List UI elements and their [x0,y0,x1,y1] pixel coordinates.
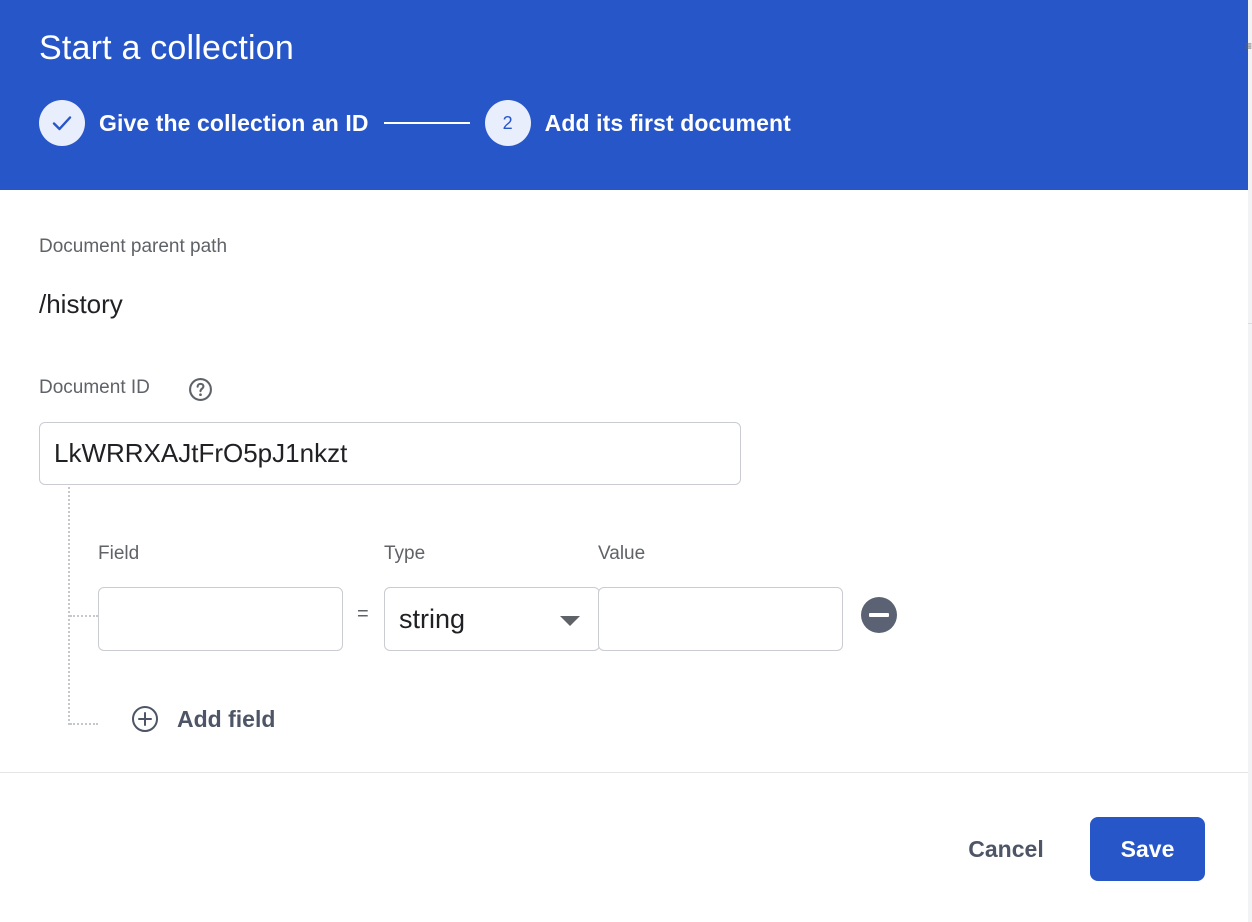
value-column-header: Value [598,543,646,564]
step-connector [383,122,470,124]
type-column-header: Type [384,543,426,564]
add-field-label: Add field [177,705,276,732]
remove-field-button[interactable] [861,597,897,633]
add-circle-outline-icon [132,706,158,732]
dialog-title: Start a collection [39,29,294,67]
type-select-value: string [399,604,466,634]
save-button[interactable]: Save [1090,817,1205,881]
field-column-header: Field [98,543,140,564]
cancel-button[interactable]: Cancel [950,818,1062,880]
remove-circle-icon [869,613,889,617]
type-select[interactable]: string [384,587,600,651]
footer-divider [0,772,1248,773]
background-page-edge [1248,0,1252,922]
chevron-down-icon [560,616,580,626]
background-page-divider [1248,323,1252,324]
document-id-label: Document ID [39,377,150,398]
menu-icon: ≡ [1245,40,1252,52]
help-circle-icon[interactable] [188,377,213,402]
tree-connector-vertical [68,487,70,725]
start-collection-dialog: Start a collection Give the collection a… [0,0,1248,922]
step-1-label: Give the collection an ID [99,109,369,136]
field-name-input[interactable] [98,587,343,651]
equals-sign: = [357,603,369,625]
step-1-completed-indicator [39,100,85,146]
check-icon [52,116,72,131]
add-field-button[interactable]: Add field [131,703,275,735]
parent-path-value: /history [39,289,123,319]
document-id-input[interactable] [39,422,741,485]
stepper: Give the collection an ID 2 Add its firs… [39,100,791,146]
step-2-number: 2 [484,100,531,146]
parent-path-label: Document parent path [39,236,228,257]
step-2-label: Add its first document [544,109,791,136]
tree-connector-field-row [70,615,98,617]
dialog-header: Start a collection Give the collection a… [0,0,1248,190]
tree-connector-add-field [70,723,98,725]
field-value-input[interactable] [598,587,843,651]
